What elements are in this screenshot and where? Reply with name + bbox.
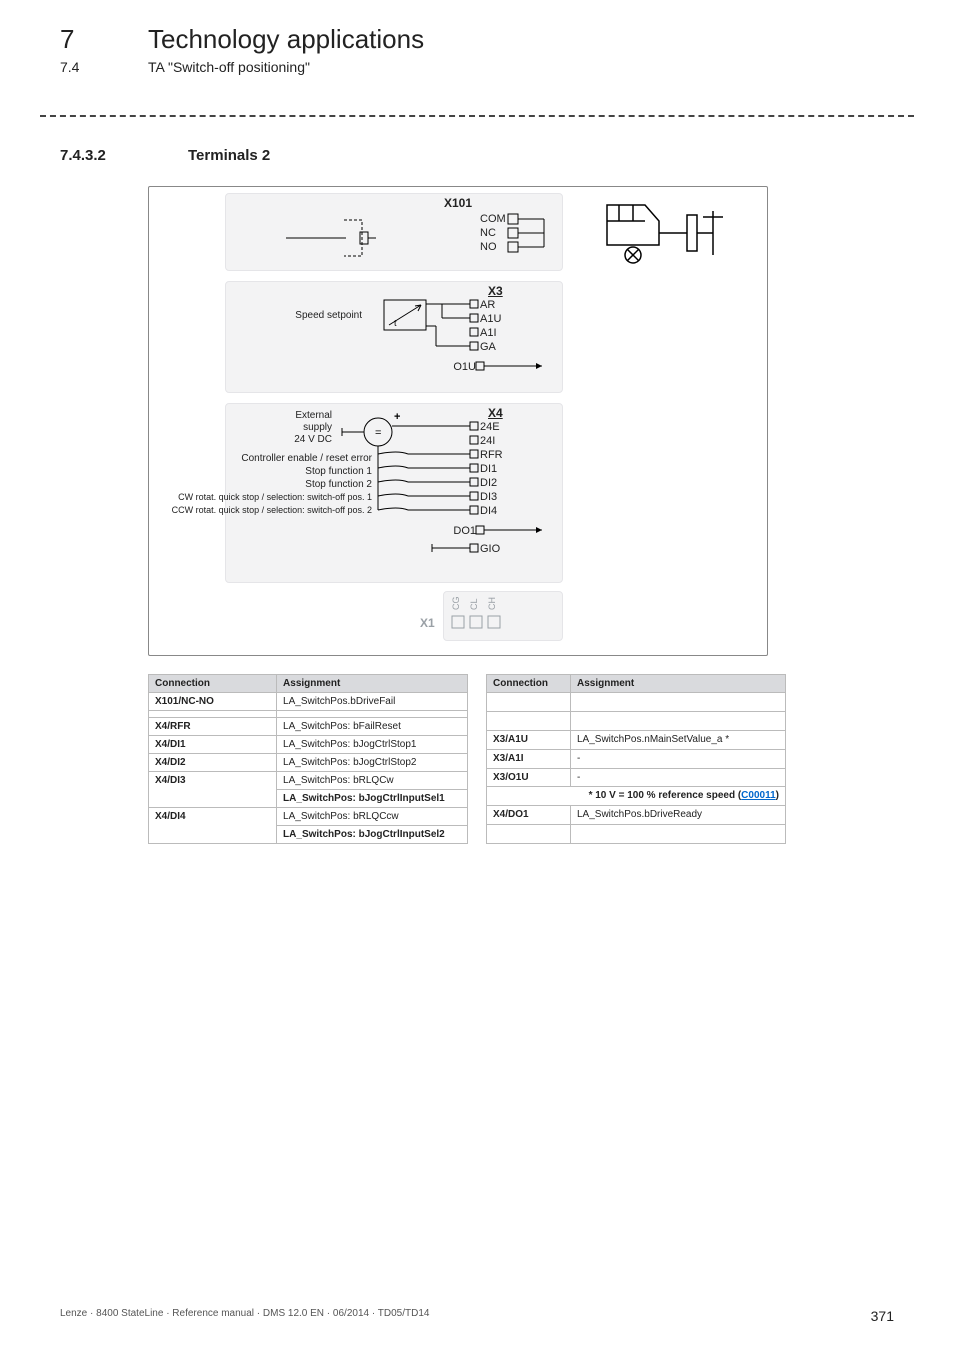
table-right: Connection Assignment X3/A1ULA_SwitchPos… — [486, 674, 786, 844]
cell — [487, 825, 571, 844]
cell: LA_SwitchPos: bFailReset — [277, 718, 468, 736]
panel-x4: X4 24E 24I RFR DI1 DI2 DI3 DI4 DO1 GIO E… — [225, 403, 563, 583]
cell: LA_SwitchPos: bJogCtrlInputSel2 — [277, 826, 468, 844]
motor-icon — [601, 197, 751, 269]
note-text: ) — [776, 790, 779, 801]
panel-svg: t — [226, 282, 564, 394]
cell: LA_SwitchPos: bJogCtrlStop1 — [277, 736, 468, 754]
cell: X3/A1I — [487, 749, 571, 768]
cell: LA_SwitchPos.nMainSetValue_a * — [571, 730, 786, 749]
cell: X4/DI4 — [149, 808, 277, 844]
link-c00011[interactable]: C00011 — [741, 790, 775, 801]
table-row — [487, 693, 786, 712]
cell: LA_SwitchPos: bJogCtrlInputSel1 — [277, 790, 468, 808]
cell: X4/DO1 — [487, 806, 571, 825]
divider — [40, 115, 914, 117]
table-header: Connection — [487, 675, 571, 693]
cell: X4/DI1 — [149, 736, 277, 754]
cell — [149, 711, 277, 718]
table-row: X3/O1U- — [487, 768, 786, 787]
cell — [571, 711, 786, 730]
table-note-row: * 10 V = 100 % reference speed (C00011) — [487, 787, 786, 806]
cell: X3/O1U — [487, 768, 571, 787]
panel-x3: X3 AR A1U A1I GA O1U Speed setpoint — [225, 281, 563, 393]
cell: X4/DI2 — [149, 754, 277, 772]
cell: LA_SwitchPos: bJogCtrlStop2 — [277, 754, 468, 772]
cell: X3/A1U — [487, 730, 571, 749]
panel-svg: CG CL CH — [444, 592, 564, 642]
table-row: X4/DO1LA_SwitchPos.bDriveReady — [487, 806, 786, 825]
svg-text:=: = — [375, 427, 381, 439]
block-title-x1: X1 — [420, 616, 435, 630]
panel-svg: = + — [226, 404, 564, 584]
svg-text:CG: CG — [451, 597, 461, 611]
page-number: 371 — [871, 1308, 894, 1324]
cell: LA_SwitchPos.bDriveReady — [571, 806, 786, 825]
cell: LA_SwitchPos: bRLQCcw — [277, 808, 468, 826]
cell — [571, 825, 786, 844]
cell — [487, 711, 571, 730]
table-row — [149, 711, 468, 718]
cell: * 10 V = 100 % reference speed (C00011) — [487, 787, 786, 806]
table-row: X101/NC-NOLA_SwitchPos.bDriveFail — [149, 693, 468, 711]
cell: X4/RFR — [149, 718, 277, 736]
svg-text:CL: CL — [469, 598, 479, 610]
chapter-title: Technology applications — [148, 24, 424, 55]
table-row — [487, 825, 786, 844]
cell — [571, 693, 786, 712]
table-header: Connection — [149, 675, 277, 693]
subsection-title: Terminals 2 — [188, 147, 270, 164]
cell — [277, 711, 468, 718]
table-row: X4/DI2LA_SwitchPos: bJogCtrlStop2 — [149, 754, 468, 772]
svg-text:CH: CH — [487, 597, 497, 610]
chapter-number: 7 — [60, 24, 108, 55]
table-row: X4/DI3LA_SwitchPos: bRLQCw — [149, 772, 468, 790]
connection-tables: Connection Assignment X101/NC-NOLA_Switc… — [148, 674, 894, 844]
table-header: Assignment — [571, 675, 786, 693]
cell: X4/DI3 — [149, 772, 277, 808]
wiring-diagram: X101 COM NC NO — [148, 186, 768, 656]
svg-text:t: t — [394, 318, 397, 328]
section-title: TA "Switch-off positioning" — [148, 59, 310, 75]
panel-svg — [226, 194, 564, 272]
subsection-number: 7.4.3.2 — [60, 147, 148, 164]
cell: - — [571, 768, 786, 787]
table-header: Assignment — [277, 675, 468, 693]
svg-text:+: + — [394, 411, 400, 423]
table-row: X4/RFRLA_SwitchPos: bFailReset — [149, 718, 468, 736]
table-row: X3/A1I- — [487, 749, 786, 768]
cell: LA_SwitchPos: bRLQCw — [277, 772, 468, 790]
table-row — [487, 711, 786, 730]
cell: X101/NC-NO — [149, 693, 277, 711]
table-row: X4/DI4LA_SwitchPos: bRLQCcw — [149, 808, 468, 826]
cell — [487, 693, 571, 712]
cell: - — [571, 749, 786, 768]
table-row: X4/DI1LA_SwitchPos: bJogCtrlStop1 — [149, 736, 468, 754]
panel-x101: X101 COM NC NO — [225, 193, 563, 271]
page-footer: Lenze · 8400 StateLine · Reference manua… — [60, 1308, 894, 1324]
table-left: Connection Assignment X101/NC-NOLA_Switc… — [148, 674, 468, 844]
table-row: X3/A1ULA_SwitchPos.nMainSetValue_a * — [487, 730, 786, 749]
panel-x1: X1 CG CL CH — [443, 591, 563, 641]
note-text: * 10 V = 100 % reference speed ( — [589, 790, 742, 801]
section-number: 7.4 — [60, 59, 108, 75]
cell: LA_SwitchPos.bDriveFail — [277, 693, 468, 711]
footer-text: Lenze · 8400 StateLine · Reference manua… — [60, 1308, 429, 1324]
